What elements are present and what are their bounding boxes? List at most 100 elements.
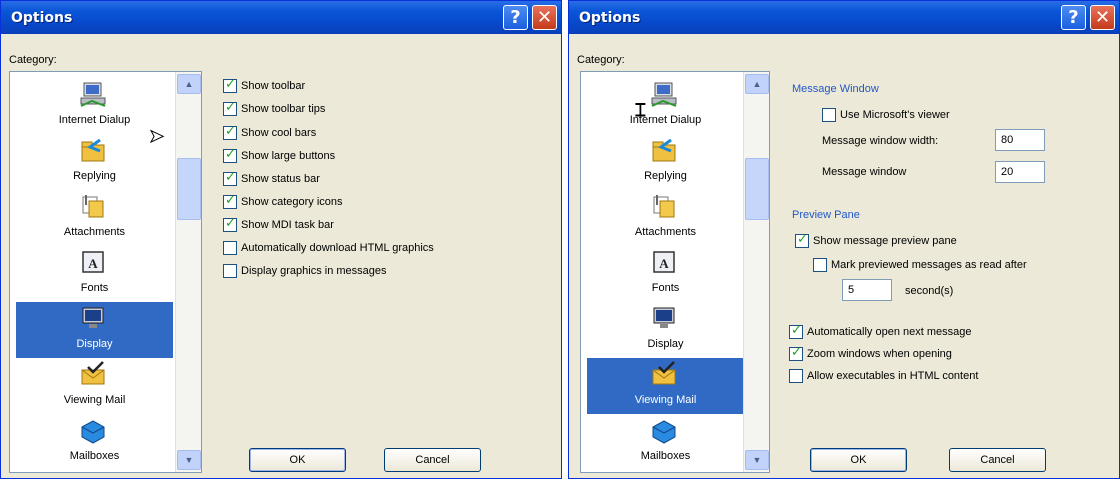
ok-button[interactable]: OK <box>249 448 346 472</box>
font-icon: A <box>653 251 675 273</box>
checkbox-label: Display graphics in messages <box>241 265 387 277</box>
checkbox[interactable]: ✓ <box>795 232 809 248</box>
window-title: Options <box>579 10 641 26</box>
scroll-down-button[interactable]: ▼ <box>177 450 201 470</box>
mailbox-tray-icon <box>652 420 676 444</box>
category-scrollbar[interactable]: ▲ ▼ <box>175 72 201 472</box>
category-label: Category: <box>577 54 625 66</box>
ok-button[interactable]: OK <box>810 448 907 472</box>
category-list: Internet Dialup Replying Attachments A F… <box>9 71 202 473</box>
checkbox[interactable]: ✓ <box>223 147 237 163</box>
checkbox[interactable] <box>223 264 237 278</box>
monitor-icon <box>653 307 675 328</box>
help-button[interactable]: ? <box>1061 5 1086 30</box>
checkmark-icon: ✓ <box>225 100 236 115</box>
checkbox-label: Show large buttons <box>241 150 336 162</box>
checkbox-label: Mark previewed messages as read after <box>831 259 1027 271</box>
close-button[interactable]: ✕ <box>1090 5 1115 30</box>
category-viewing-mail[interactable]: Viewing Mail <box>16 358 173 414</box>
checkbox-label: Show toolbar <box>241 80 306 92</box>
help-button[interactable]: ? <box>503 5 528 30</box>
seconds-unit-label: second(s) <box>905 285 954 297</box>
checkbox-label: Show cool bars <box>241 127 317 139</box>
checkmark-icon: ✓ <box>797 232 808 247</box>
category-label: Fonts <box>80 282 109 294</box>
category-scrollbar[interactable]: ▲ ▼ <box>743 72 769 472</box>
category-label: Viewing Mail <box>634 394 697 406</box>
checkbox[interactable] <box>789 369 803 383</box>
svg-text:A: A <box>88 256 98 271</box>
checkbox[interactable]: ✓ <box>223 216 237 232</box>
category-mailboxes[interactable]: Mailboxes <box>587 414 744 470</box>
close-button[interactable]: ✕ <box>532 5 557 30</box>
category-label: Attachments <box>63 226 126 238</box>
checkbox[interactable] <box>813 258 827 272</box>
checkbox-label: Use Microsoft's viewer <box>840 109 950 121</box>
seconds-input[interactable]: 5 <box>842 279 892 301</box>
title-bar[interactable]: Options ? ✕ <box>1 1 561 34</box>
category-label: Replying <box>644 170 687 182</box>
scroll-up-button[interactable]: ▲ <box>745 74 769 94</box>
checkbox[interactable]: ✓ <box>223 100 237 116</box>
monitor-icon <box>82 307 104 328</box>
checkbox-label: Automatically open next message <box>807 326 972 338</box>
checkbox[interactable]: ✓ <box>789 323 803 339</box>
checkbox[interactable]: ✓ <box>223 193 237 209</box>
category-label: Replying <box>73 170 116 182</box>
category-label: Fonts <box>651 282 680 294</box>
checkbox[interactable] <box>223 241 237 255</box>
category-internet-dialup[interactable]: Internet Dialup <box>587 78 744 134</box>
font-icon: A <box>82 251 104 273</box>
options-dialog-display: Options ? ✕ Category: Internet Dialup Re… <box>0 0 562 479</box>
category-attachments[interactable]: Attachments <box>16 190 173 246</box>
message-window-width-label: Message window width: <box>822 135 939 147</box>
category-replying[interactable]: Replying <box>587 134 744 190</box>
category-fonts[interactable]: A Fonts <box>16 246 173 302</box>
scroll-thumb[interactable] <box>177 158 201 220</box>
cancel-button[interactable]: Cancel <box>949 448 1046 472</box>
scroll-thumb[interactable] <box>745 158 769 220</box>
checkbox-label: Show status bar <box>241 173 320 185</box>
checkbox[interactable]: ✓ <box>223 124 237 140</box>
computer-network-icon <box>651 82 677 107</box>
checkbox[interactable]: ✓ <box>223 77 237 93</box>
category-label: Viewing Mail <box>63 394 126 406</box>
computer-network-icon <box>80 82 106 107</box>
checkmark-icon: ✓ <box>791 323 802 338</box>
category-label: Display <box>76 338 113 350</box>
preview-pane-heading: Preview Pane <box>792 209 860 221</box>
scroll-up-button[interactable]: ▲ <box>177 74 201 94</box>
mailbox-tray-icon <box>81 420 105 444</box>
message-window-height-input[interactable]: 20 <box>995 161 1045 183</box>
cancel-button[interactable]: Cancel <box>384 448 481 472</box>
category-display[interactable]: Display <box>587 302 744 358</box>
checkmark-icon: ✓ <box>225 77 236 92</box>
category-list: Internet Dialup Replying Attachments A F… <box>580 71 770 473</box>
options-dialog-viewing-mail: Options ? ✕ Category: Internet Dialup Re… <box>568 0 1120 479</box>
category-fonts[interactable]: A Fonts <box>587 246 744 302</box>
category-attachments[interactable]: Attachments <box>587 190 744 246</box>
text-cursor-icon: ⌶ <box>635 100 647 122</box>
attachments-icon <box>82 195 104 218</box>
category-display[interactable]: Display <box>16 302 173 358</box>
attachments-icon <box>653 195 675 218</box>
title-bar[interactable]: Options ? ✕ <box>569 1 1119 34</box>
checkmark-icon: ✓ <box>225 216 236 231</box>
scroll-down-button[interactable]: ▼ <box>745 450 769 470</box>
message-window-height-label: Message window <box>822 166 907 178</box>
mouse-pointer-icon: ➤ <box>148 126 165 148</box>
checkbox-label: Show category icons <box>241 196 343 208</box>
checkbox-label: Show message preview pane <box>813 235 957 247</box>
category-label: Display <box>647 338 684 350</box>
message-window-width-input[interactable]: 80 <box>995 129 1045 151</box>
checkbox[interactable]: ✓ <box>223 170 237 186</box>
category-label: Mailboxes <box>640 450 691 462</box>
checkbox-label: Zoom windows when opening <box>807 348 952 360</box>
checkbox[interactable]: ✓ <box>789 345 803 361</box>
category-label: Internet Dialup <box>629 114 702 126</box>
category-label: Mailboxes <box>69 450 120 462</box>
checkbox[interactable] <box>822 108 836 122</box>
category-mailboxes[interactable]: Mailboxes <box>16 414 173 470</box>
category-viewing-mail[interactable]: Viewing Mail <box>587 358 744 414</box>
svg-text:A: A <box>659 256 669 271</box>
